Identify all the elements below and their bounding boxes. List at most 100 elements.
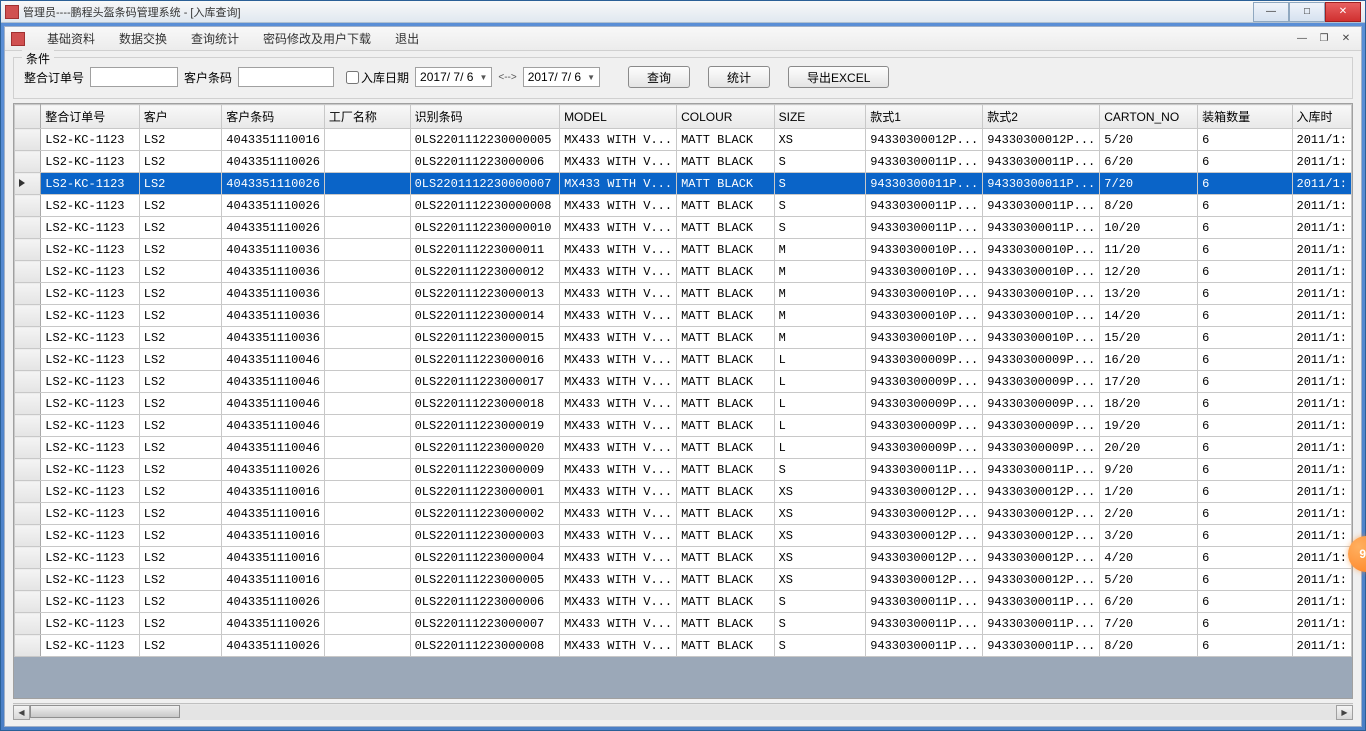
table-cell[interactable]: LS2-KC-1123	[41, 283, 139, 305]
table-cell[interactable]: LS2	[139, 129, 222, 151]
table-cell[interactable]: 94330300010P...	[983, 283, 1100, 305]
table-cell[interactable]: 94330300012P...	[983, 547, 1100, 569]
table-cell[interactable]: 0LS220111223000011	[410, 239, 559, 261]
table-cell[interactable]: 4/20	[1100, 547, 1198, 569]
menu-exit[interactable]: 退出	[383, 28, 431, 50]
table-cell[interactable]: 18/20	[1100, 393, 1198, 415]
column-header[interactable]: 款式2	[983, 105, 1100, 129]
table-cell[interactable]: 2011/1:	[1292, 195, 1351, 217]
mdi-restore-button[interactable]: ❐	[1315, 31, 1333, 47]
table-cell[interactable]	[324, 525, 410, 547]
table-cell[interactable]: LS2	[139, 635, 222, 657]
table-cell[interactable]: 0LS220111223000019	[410, 415, 559, 437]
table-row[interactable]: LS2-KC-1123LS240433511100260LS2201112230…	[15, 591, 1352, 613]
table-cell[interactable]: MATT BLACK	[677, 151, 775, 173]
query-button[interactable]: 查询	[628, 66, 690, 88]
table-cell[interactable]: LS2-KC-1123	[41, 327, 139, 349]
table-cell[interactable]	[324, 437, 410, 459]
table-cell[interactable]: MX433 WITH V...	[560, 393, 677, 415]
column-header[interactable]: 客户条码	[222, 105, 325, 129]
table-row[interactable]: LS2-KC-1123LS240433511100260LS2201112230…	[15, 459, 1352, 481]
table-cell[interactable]: 8/20	[1100, 195, 1198, 217]
table-cell[interactable]: LS2	[139, 151, 222, 173]
table-cell[interactable]: 2011/1:	[1292, 459, 1351, 481]
column-header[interactable]: COLOUR	[677, 105, 775, 129]
table-row[interactable]: LS2-KC-1123LS240433511100460LS2201112230…	[15, 415, 1352, 437]
table-cell[interactable]: LS2-KC-1123	[41, 569, 139, 591]
table-cell[interactable]: 6	[1198, 173, 1292, 195]
table-cell[interactable]: 94330300011P...	[866, 195, 983, 217]
grid-scroll[interactable]: 整合订单号客户客户条码工厂名称识别条码MODELCOLOURSIZE款式1款式2…	[14, 104, 1352, 698]
table-cell[interactable]: XS	[774, 503, 866, 525]
table-cell[interactable]: MATT BLACK	[677, 635, 775, 657]
table-cell[interactable]: LS2-KC-1123	[41, 591, 139, 613]
table-cell[interactable]: 5/20	[1100, 129, 1198, 151]
row-header[interactable]	[15, 613, 41, 635]
menu-exchange[interactable]: 数据交换	[107, 28, 179, 50]
table-cell[interactable]: 4043351110046	[222, 437, 325, 459]
table-cell[interactable]	[324, 129, 410, 151]
table-cell[interactable]: 4043351110026	[222, 591, 325, 613]
table-cell[interactable]: LS2-KC-1123	[41, 371, 139, 393]
table-cell[interactable]: 2011/1:	[1292, 283, 1351, 305]
table-cell[interactable]: MATT BLACK	[677, 305, 775, 327]
table-cell[interactable]: 94330300010P...	[866, 283, 983, 305]
table-cell[interactable]: 94330300011P...	[983, 613, 1100, 635]
table-cell[interactable]: M	[774, 327, 866, 349]
scroll-left-button[interactable]: ◀	[13, 705, 30, 720]
row-header[interactable]	[15, 217, 41, 239]
table-cell[interactable]: 19/20	[1100, 415, 1198, 437]
table-cell[interactable]: S	[774, 613, 866, 635]
table-cell[interactable]: 4043351110016	[222, 481, 325, 503]
table-cell[interactable]: 94330300009P...	[983, 349, 1100, 371]
table-cell[interactable]: 0LS220111223000013	[410, 283, 559, 305]
table-cell[interactable]: MX433 WITH V...	[560, 459, 677, 481]
table-cell[interactable]: 94330300012P...	[866, 481, 983, 503]
table-row[interactable]: LS2-KC-1123LS240433511100160LS2201112230…	[15, 525, 1352, 547]
table-cell[interactable]: MX433 WITH V...	[560, 151, 677, 173]
table-cell[interactable]: 7/20	[1100, 613, 1198, 635]
table-cell[interactable]: 6	[1198, 459, 1292, 481]
table-cell[interactable]: 0LS2201112230000010	[410, 217, 559, 239]
table-row[interactable]: LS2-KC-1123LS240433511100460LS2201112230…	[15, 371, 1352, 393]
table-cell[interactable]: LS2	[139, 305, 222, 327]
table-cell[interactable]: 2011/1:	[1292, 591, 1351, 613]
table-cell[interactable]: LS2	[139, 481, 222, 503]
table-cell[interactable]: XS	[774, 525, 866, 547]
table-row[interactable]: LS2-KC-1123LS240433511100460LS2201112230…	[15, 437, 1352, 459]
table-cell[interactable]: 0LS2201112230000005	[410, 129, 559, 151]
table-row[interactable]: LS2-KC-1123LS240433511100260LS2201112230…	[15, 217, 1352, 239]
table-cell[interactable]: 94330300011P...	[866, 217, 983, 239]
table-cell[interactable]: 0LS220111223000009	[410, 459, 559, 481]
table-cell[interactable]: 4043351110046	[222, 393, 325, 415]
table-cell[interactable]: MX433 WITH V...	[560, 591, 677, 613]
table-cell[interactable]: MATT BLACK	[677, 525, 775, 547]
table-cell[interactable]: MX433 WITH V...	[560, 481, 677, 503]
table-cell[interactable]: LS2	[139, 569, 222, 591]
table-cell[interactable]: 6	[1198, 481, 1292, 503]
table-cell[interactable]: 2011/1:	[1292, 503, 1351, 525]
table-cell[interactable]: 94330300012P...	[983, 129, 1100, 151]
table-cell[interactable]: 4043351110026	[222, 613, 325, 635]
titlebar[interactable]: 管理员----鹏程头盔条码管理系统 - [入库查询] — ☐ ✕	[1, 1, 1365, 23]
data-grid[interactable]: 整合订单号客户客户条码工厂名称识别条码MODELCOLOURSIZE款式1款式2…	[13, 103, 1353, 699]
table-cell[interactable]: L	[774, 393, 866, 415]
table-cell[interactable]	[324, 195, 410, 217]
table-cell[interactable]: 94330300012P...	[866, 569, 983, 591]
table-cell[interactable]	[324, 415, 410, 437]
table-cell[interactable]: 94330300012P...	[866, 547, 983, 569]
table-cell[interactable]: 94330300009P...	[866, 393, 983, 415]
table-cell[interactable]: LS2-KC-1123	[41, 503, 139, 525]
menu-query[interactable]: 查询统计	[179, 28, 251, 50]
table-row[interactable]: LS2-KC-1123LS240433511100160LS2201112230…	[15, 503, 1352, 525]
table-cell[interactable]: MX433 WITH V...	[560, 217, 677, 239]
order-input[interactable]	[90, 67, 178, 87]
table-cell[interactable]: MX433 WITH V...	[560, 195, 677, 217]
table-cell[interactable]: 94330300010P...	[983, 327, 1100, 349]
table-cell[interactable]: 94330300011P...	[983, 459, 1100, 481]
table-cell[interactable]: LS2-KC-1123	[41, 151, 139, 173]
table-cell[interactable]: 4043351110026	[222, 459, 325, 481]
table-cell[interactable]: LS2	[139, 349, 222, 371]
table-cell[interactable]: 4043351110026	[222, 635, 325, 657]
table-cell[interactable]	[324, 327, 410, 349]
